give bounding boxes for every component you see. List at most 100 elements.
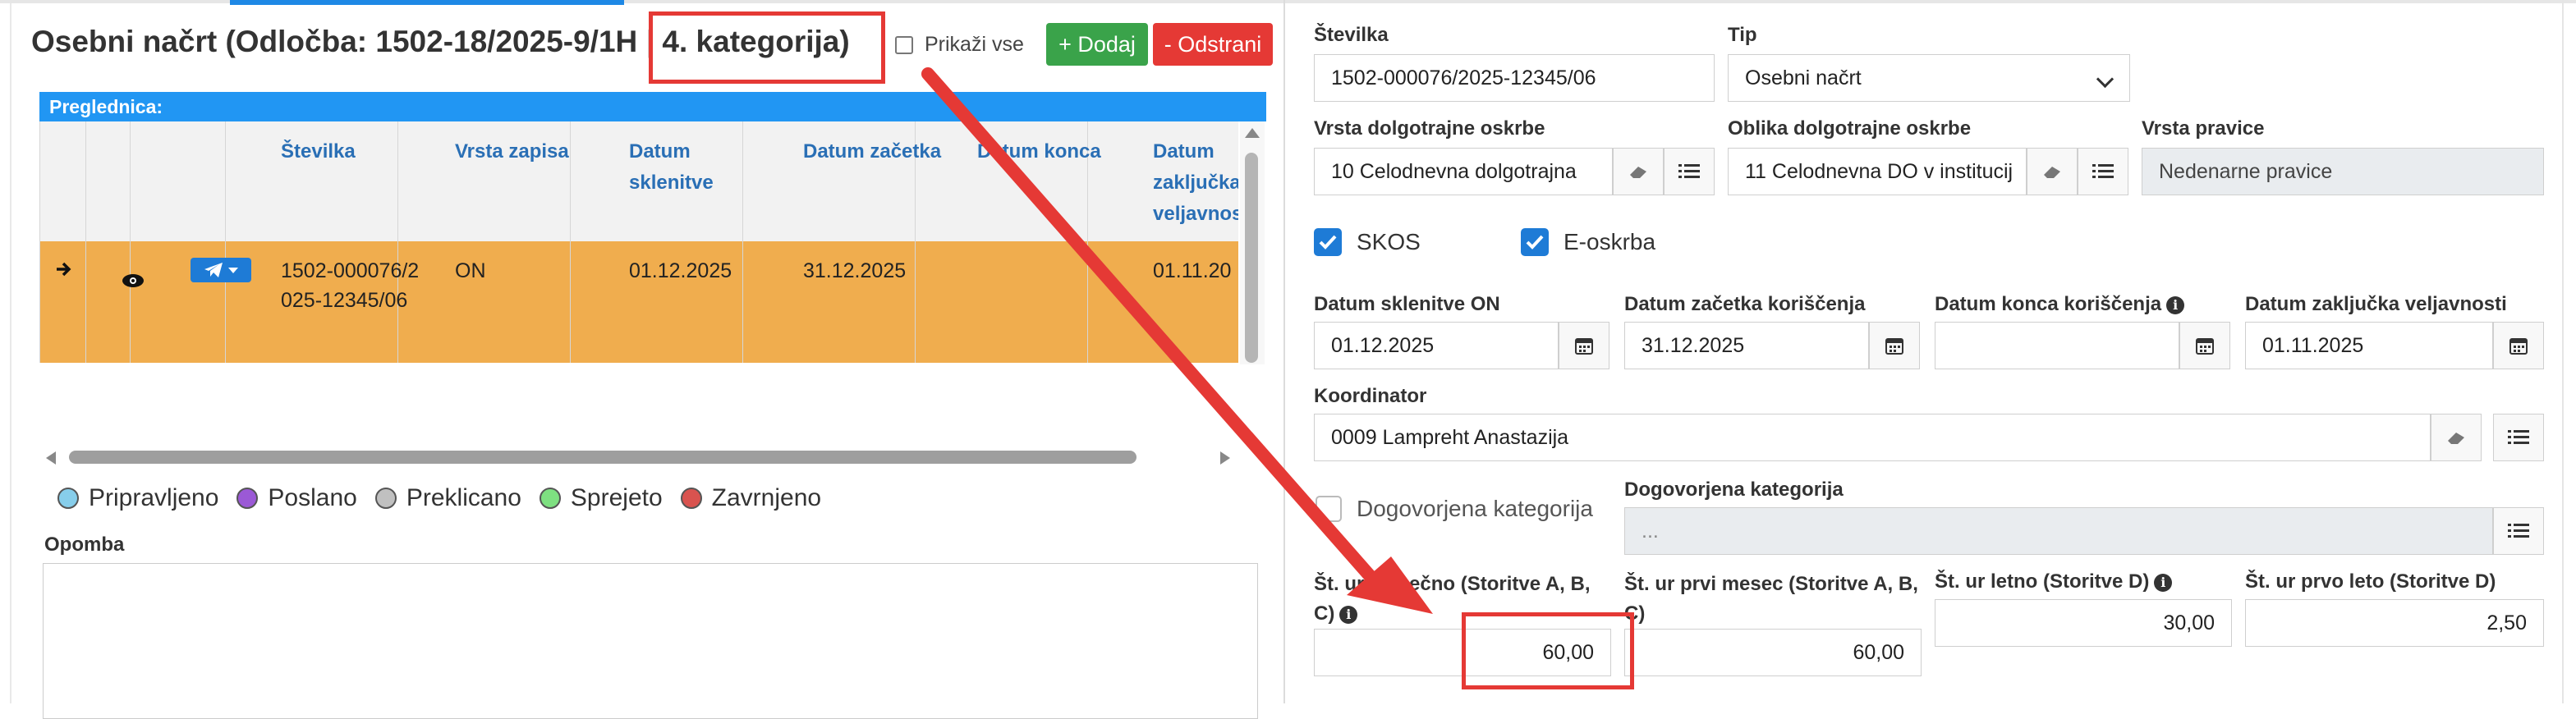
right-edge	[2562, 0, 2564, 703]
status-dot-icon	[539, 488, 561, 509]
horizontal-scroll-thumb[interactable]	[69, 451, 1136, 464]
remove-button[interactable]: - Odstrani	[1153, 23, 1273, 66]
panel-edge	[10, 3, 11, 703]
datum-zacetka-input[interactable]: 31.12.2025	[1624, 322, 1869, 369]
datum-zakljucka-input[interactable]: 01.11.2025	[2245, 322, 2493, 369]
datum-konca-calendar-button[interactable]	[2179, 322, 2230, 369]
clear-oblika-oskrbe-button[interactable]	[2027, 148, 2078, 195]
vrsta-pravice-label: Vrsta pravice	[2142, 117, 2265, 140]
col-header-datum-zakljucka[interactable]: Datum zaključka veljavnosti	[1153, 136, 1238, 230]
col-header-stevilka[interactable]: Številka	[281, 136, 429, 167]
ur-prvo-leto-label: Št. ur prvo leto (Storitve D)	[2245, 570, 2496, 593]
dogovorjena-checkbox[interactable]	[1316, 496, 1342, 522]
osebni-nacrt-panel: Osebni načrt (Odločba: 1502-18/2025-9/1H…	[0, 0, 1281, 719]
dogovorjena-checkbox-label: Dogovorjena kategorija	[1357, 496, 1593, 521]
ur-prvo-leto-input[interactable]: 2,50	[2245, 599, 2544, 647]
eoskrba-checkbox[interactable]	[1521, 228, 1549, 256]
koordinator-input[interactable]: 0009 Lampreht Anastazija	[1314, 414, 2431, 461]
legend-item-pripravljeno: Pripravljeno	[57, 484, 218, 512]
add-button[interactable]: + Dodaj	[1046, 23, 1148, 66]
scroll-left-arrow-icon[interactable]	[46, 451, 56, 465]
datum-zacetka-calendar-button[interactable]	[1869, 322, 1920, 369]
col-header-datum-sklenitve[interactable]: Datum sklenitve	[629, 136, 752, 199]
status-dot-icon	[236, 488, 259, 509]
clear-vrsta-oskrbe-button[interactable]	[1613, 148, 1664, 195]
datum-sklenitve-input[interactable]: 01.12.2025	[1314, 322, 1559, 369]
list-oblika-oskrbe-button[interactable]	[2078, 148, 2128, 195]
col-header-datum-zacetka[interactable]: Datum začetka	[803, 136, 959, 167]
opomba-textarea[interactable]	[43, 563, 1258, 719]
vrsta-oskrbe-input[interactable]: 10 Celodnevna dolgotrajna	[1314, 148, 1613, 195]
datum-konca-input[interactable]	[1935, 322, 2179, 369]
oblika-oskrbe-label: Oblika dolgotrajne oskrbe	[1728, 117, 1972, 140]
ur-prvi-mesec-input[interactable]: 60,00	[1624, 629, 1922, 676]
scroll-up-arrow-icon[interactable]	[1245, 128, 1260, 138]
dogovorjena-input: ...	[1624, 507, 2493, 555]
legend-item-sprejeto: Sprejeto	[539, 484, 663, 512]
send-dropdown-button[interactable]	[191, 258, 251, 282]
col-header-datum-konca[interactable]: Datum konca	[977, 136, 1133, 167]
view-eye-icon[interactable]	[122, 272, 145, 289]
datum-sklenitve-label: Datum sklenitve ON	[1314, 293, 1500, 315]
cell-vrsta-zapisa: ON	[455, 259, 486, 282]
status-dot-icon	[680, 488, 702, 509]
stevilka-input[interactable]: 1502-000076/2025-12345/06	[1314, 54, 1715, 102]
datum-zacetka-label: Datum začetka koriščenja	[1624, 293, 1866, 315]
tip-selected-value: Osebni načrt	[1745, 66, 1862, 89]
tip-select[interactable]: Osebni načrt	[1728, 54, 2130, 102]
annotation-box-category	[649, 11, 885, 84]
legend-item-poslano: Poslano	[236, 484, 357, 512]
skos-checkbox[interactable]	[1314, 228, 1342, 256]
panel-divider	[1283, 0, 1285, 703]
col-header-vrsta-zapisa[interactable]: Vrsta zapisa	[455, 136, 603, 167]
annotation-box-hours	[1462, 612, 1634, 689]
list-icon	[2092, 164, 2114, 178]
datum-konca-label: Datum konca koriščenja i	[1935, 292, 2185, 317]
cell-datum-zakljucka: 01.11.20	[1153, 259, 1232, 282]
legend-item-preklicano: Preklicano	[374, 484, 521, 512]
list-koordinator-button[interactable]	[2493, 414, 2544, 461]
scroll-right-arrow-icon[interactable]	[1220, 451, 1230, 465]
oblika-oskrbe-input[interactable]: 11 Celodnevna DO v institucij	[1728, 148, 2027, 195]
eraser-icon	[1630, 167, 1646, 178]
grid-title: Preglednica:	[39, 92, 1266, 121]
chevron-down-icon	[2096, 70, 2115, 89]
show-all-checkbox[interactable]	[895, 35, 913, 54]
skos-label: SKOS	[1357, 229, 1421, 254]
list-dogovorjena-button[interactable]	[2493, 507, 2544, 555]
title-main: Osebni načrt (Odločba: 1502-18/2025-9/1H	[31, 25, 638, 58]
datum-zakljucka-calendar-button[interactable]	[2493, 322, 2544, 369]
clear-koordinator-button[interactable]	[2431, 414, 2482, 461]
info-icon[interactable]: i	[2166, 295, 2185, 314]
status-legend: Pripravljeno Poslano Preklicano Sprejeto…	[57, 484, 821, 512]
calendar-icon	[2509, 338, 2528, 355]
datum-sklenitve-calendar-button[interactable]	[1559, 322, 1609, 369]
eoskrba-label: E-oskrba	[1564, 229, 1656, 254]
records-table: Številka Vrsta zapisa Datum sklenitve Da…	[39, 121, 1238, 363]
cell-datum-sklenitve: 01.12.2025	[629, 259, 732, 282]
opomba-label: Opomba	[44, 534, 125, 556]
dogovorjena-label: Dogovorjena kategorija	[1624, 479, 1844, 501]
info-icon[interactable]: i	[1339, 605, 1358, 624]
show-all-label: Prikaži vse	[925, 33, 1024, 56]
list-icon	[1678, 164, 1700, 178]
ur-letno-input[interactable]: 30,00	[1935, 599, 2232, 647]
paper-plane-icon	[204, 263, 223, 277]
table-horizontal-scrollbar[interactable]	[43, 448, 1233, 466]
calendar-icon	[2196, 338, 2214, 355]
eraser-icon	[2044, 167, 2060, 178]
koordinator-label: Koordinator	[1314, 385, 1427, 407]
vertical-scroll-thumb[interactable]	[1245, 153, 1258, 363]
datum-zakljucka-label: Datum zaključka veljavnosti	[2245, 293, 2507, 315]
list-vrsta-oskrbe-button[interactable]	[1664, 148, 1715, 195]
row-pointer-icon	[57, 262, 71, 277]
checkmark-icon	[1526, 235, 1544, 250]
eraser-icon	[2448, 433, 2464, 444]
calendar-icon	[1575, 338, 1593, 355]
chevron-down-icon	[228, 267, 238, 273]
show-all-toggle[interactable]: Prikaži vse	[895, 33, 1024, 57]
cell-datum-zacetka: 31.12.2025	[803, 259, 907, 282]
list-icon	[2508, 524, 2529, 538]
tip-label: Tip	[1728, 24, 1757, 46]
info-icon[interactable]: i	[2154, 573, 2173, 592]
